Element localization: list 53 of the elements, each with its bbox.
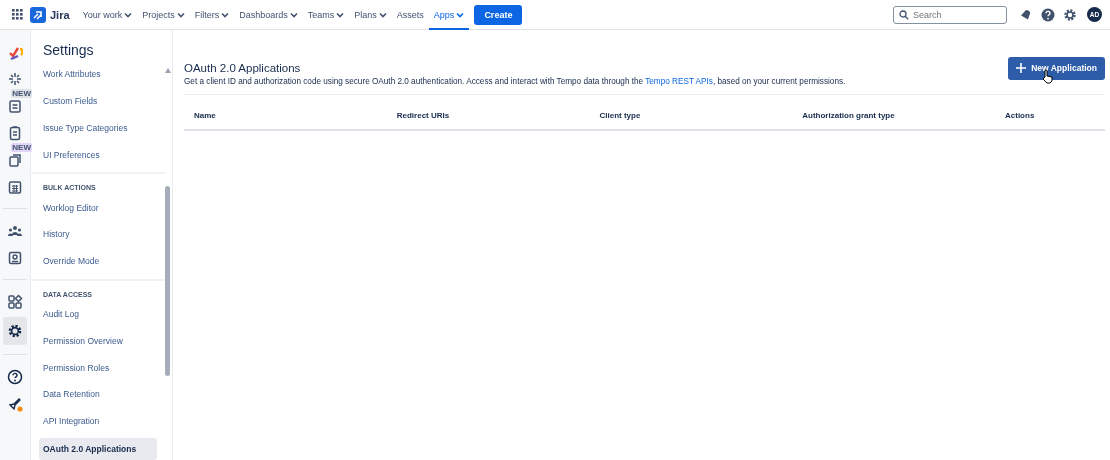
contact-card-icon[interactable]: [7, 249, 23, 266]
new-badge: NEW: [11, 142, 32, 152]
rest-api-link[interactable]: Tempo REST APIs: [645, 77, 713, 86]
nav-tab[interactable]: Apps: [428, 0, 470, 30]
plus-icon: [1016, 63, 1027, 73]
create-button[interactable]: Create: [474, 4, 523, 25]
jira-logo-icon[interactable]: [30, 6, 46, 23]
search-field[interactable]: Search: [893, 5, 1007, 24]
scrollbar-thumb[interactable]: [165, 186, 170, 376]
column-header: Name: [193, 110, 217, 120]
page-description: Get a client ID and authorization code using secure OAuth 2.0 authentication. Access and interact with Tempo data through the Tempo REST APIs, based on your current permissions.: [184, 77, 847, 86]
sparkle-icon[interactable]: [7, 70, 23, 87]
search-icon: [899, 9, 909, 20]
new-badge: NEW: [11, 88, 32, 98]
nav-tab[interactable]: Dashboards: [234, 0, 303, 30]
apps-icon[interactable]: [7, 293, 23, 310]
help-icon[interactable]: [7, 368, 23, 385]
sidebar-item[interactable]: History: [39, 221, 157, 248]
sidebar-item[interactable]: Work Attributes: [39, 66, 157, 88]
app-switcher-icon[interactable]: [11, 8, 24, 21]
settings-icon[interactable]: [1063, 7, 1077, 22]
calendar-icon[interactable]: [7, 178, 23, 195]
clipboard-icon[interactable]: [7, 124, 23, 141]
nav-tab[interactable]: Filters: [189, 0, 235, 30]
nav-tab[interactable]: Projects: [137, 0, 190, 30]
sidebar-item[interactable]: OAuth 2.0 Applications: [39, 437, 157, 460]
sidebar-item[interactable]: API Integration: [39, 407, 157, 435]
stacked-pages-icon[interactable]: [7, 151, 23, 168]
sidebar-item[interactable]: Permission Roles: [39, 354, 157, 381]
product-name: Jira: [50, 8, 70, 21]
scroll-up-icon[interactable]: [165, 68, 171, 73]
help-icon[interactable]: [1041, 7, 1055, 22]
sidebar-item[interactable]: Permission Overview: [39, 327, 157, 355]
page-title: OAuth 2.0 Applications: [184, 62, 302, 74]
sidebar-item[interactable]: Audit Log: [39, 300, 157, 328]
nav-tab[interactable]: Your work: [77, 0, 138, 30]
sidebar-item[interactable]: Worklog Editor: [39, 194, 157, 221]
nav-tab[interactable]: Assets: [391, 0, 429, 30]
sidebar-item[interactable]: Override Mode: [39, 247, 157, 275]
nav-tab[interactable]: Plans: [349, 0, 392, 30]
sidebar-item[interactable]: UI Preferences: [39, 141, 157, 169]
column-header: Redirect URIs: [395, 110, 451, 120]
settings-icon[interactable]: [7, 322, 23, 339]
column-header: Client type: [598, 110, 642, 120]
sidebar-item[interactable]: Issue Type Categories: [39, 114, 157, 142]
document-icon[interactable]: [7, 97, 23, 114]
sidebar-item[interactable]: Data Retention: [39, 380, 157, 408]
nav-tab[interactable]: Teams: [302, 0, 350, 30]
rail-item[interactable]: [3, 316, 27, 345]
column-header: Authorization grant type: [801, 110, 896, 120]
column-header: Actions: [1004, 110, 1036, 120]
sidebar-title: Settings: [42, 41, 95, 60]
sidebar-item[interactable]: Custom Fields: [39, 87, 157, 115]
